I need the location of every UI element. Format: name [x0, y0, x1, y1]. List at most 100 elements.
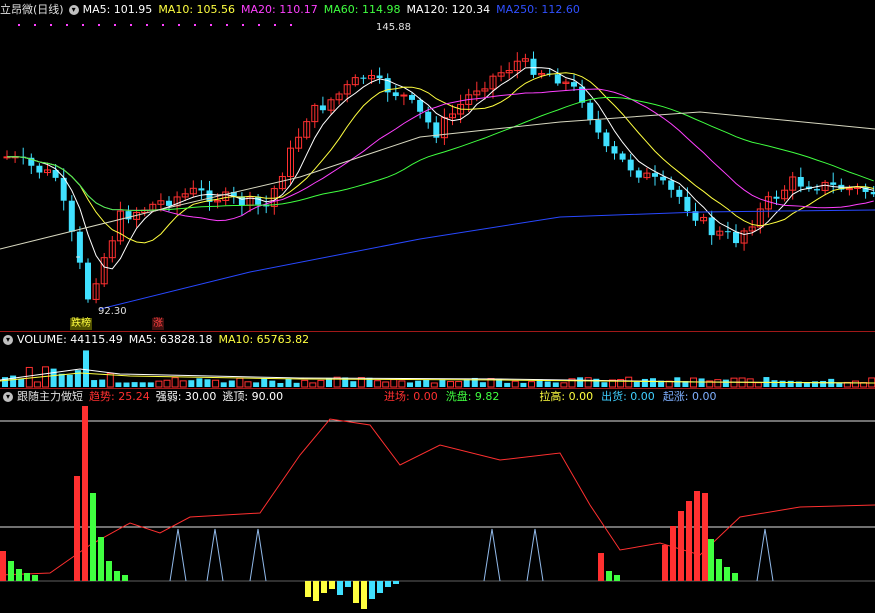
volume-bar — [83, 350, 89, 387]
signal-bar-negative — [361, 581, 367, 609]
volume-bar — [244, 381, 252, 388]
ma120-label: MA120: 120.34 — [406, 3, 491, 16]
candle-body — [425, 111, 432, 123]
candle-body — [587, 102, 594, 120]
volume-bar — [382, 381, 390, 388]
volume-bar — [552, 382, 559, 387]
dot-marker — [98, 24, 100, 26]
volume-bar — [374, 380, 382, 388]
volume-bar — [479, 382, 486, 387]
signal-bar — [732, 573, 738, 581]
volume-bar — [520, 382, 527, 387]
signal-bar — [662, 545, 668, 581]
high-price-label: 145.88 — [376, 22, 411, 33]
candle-body — [198, 188, 205, 191]
volume-bar — [633, 381, 640, 387]
dot-marker — [274, 24, 276, 26]
ma20-label: MA20: 110.17 — [241, 3, 318, 16]
volume-bar — [115, 382, 122, 387]
chevron-down-icon[interactable]: ▾ — [3, 391, 13, 402]
volume-ma10-label: MA10: 65763.82 — [218, 333, 310, 346]
signal-bar — [716, 559, 722, 581]
volume-bar — [350, 381, 357, 387]
chevron-down-icon[interactable]: ▾ — [3, 334, 13, 345]
candle-body — [627, 159, 634, 171]
volume-bar — [99, 379, 106, 387]
dot-marker — [178, 24, 180, 26]
signal-bar-negative — [305, 581, 311, 597]
candle-body — [684, 196, 691, 212]
trend-label: 趋势: 25.24 — [89, 390, 150, 403]
volume-bar — [601, 382, 608, 387]
signal-bar-negative — [321, 581, 327, 593]
candle-body — [635, 170, 642, 178]
volume-bar — [179, 380, 187, 388]
volume-bar — [779, 380, 786, 387]
volume-bar — [398, 380, 406, 388]
dot-marker — [258, 24, 260, 26]
volume-bar — [171, 377, 179, 388]
candle-body — [554, 74, 561, 84]
indicator-header-right: 进场: 0.00 洗盘: 9.82 拉高: 0.00 出货: 0.00 起涨: … — [384, 389, 723, 404]
signal-bar — [16, 569, 22, 581]
indicator-chart[interactable] — [0, 405, 875, 613]
dot-marker — [146, 24, 148, 26]
volume-bar — [33, 381, 41, 388]
volume-bar — [196, 378, 203, 387]
signal-bar — [74, 476, 80, 581]
signal-bar — [606, 571, 612, 581]
signal-bar — [98, 537, 104, 581]
candle-body — [595, 119, 602, 133]
volume-label: VOLUME: 44115.49 — [17, 333, 123, 346]
signal-bar — [114, 571, 120, 581]
price-candlestick-chart[interactable] — [0, 17, 875, 332]
entry-label: 进场: 0.00 — [384, 390, 438, 403]
candle-body — [360, 77, 367, 79]
volume-bar — [10, 375, 17, 387]
volume-bar — [787, 380, 794, 387]
candle-body — [76, 231, 83, 263]
volume-bar — [139, 382, 146, 387]
candle-body — [238, 196, 245, 206]
chevron-down-icon[interactable]: ▾ — [68, 4, 79, 15]
volume-bar — [447, 381, 454, 388]
candle-body — [417, 99, 424, 112]
candle-body — [392, 92, 399, 97]
candle-body — [603, 132, 610, 147]
volume-bar — [423, 379, 430, 387]
volume-bar — [722, 379, 729, 387]
volume-bar — [463, 379, 470, 387]
volume-bar — [820, 380, 827, 387]
volume-bar — [326, 378, 332, 387]
signal-bar-negative — [393, 581, 399, 584]
ma5-label: MA5: 101.95 — [82, 3, 153, 16]
tag-right-badge: 涨 — [152, 318, 164, 330]
volume-bar — [301, 379, 309, 388]
ma60-label: MA60: 114.98 — [323, 3, 401, 16]
volume-bar — [390, 379, 398, 388]
dot-marker — [130, 24, 132, 26]
signal-bar — [614, 575, 620, 581]
candle-body — [409, 95, 415, 100]
peak-marker — [206, 528, 224, 582]
dot-marker — [242, 24, 244, 26]
signal-bar — [678, 511, 684, 581]
tag-left-badge: 跌榜 — [70, 318, 92, 330]
dot-marker — [66, 24, 68, 26]
volume-bar — [317, 379, 325, 388]
signal-bar — [670, 526, 676, 581]
signal-bar — [686, 501, 692, 581]
volume-bar-chart[interactable] — [0, 347, 875, 388]
volume-bar — [560, 382, 568, 388]
candle-body — [773, 196, 780, 199]
signal-bar — [122, 575, 128, 581]
signal-bar — [724, 567, 730, 581]
signal-bar — [694, 491, 700, 581]
volume-bar — [511, 380, 519, 388]
volume-bar — [212, 379, 220, 388]
ship-out-label: 出货: 0.00 — [601, 390, 655, 403]
candle-body — [166, 200, 172, 206]
volume-bar — [269, 380, 276, 387]
volume-bar — [746, 378, 754, 388]
candle-body — [797, 176, 804, 187]
